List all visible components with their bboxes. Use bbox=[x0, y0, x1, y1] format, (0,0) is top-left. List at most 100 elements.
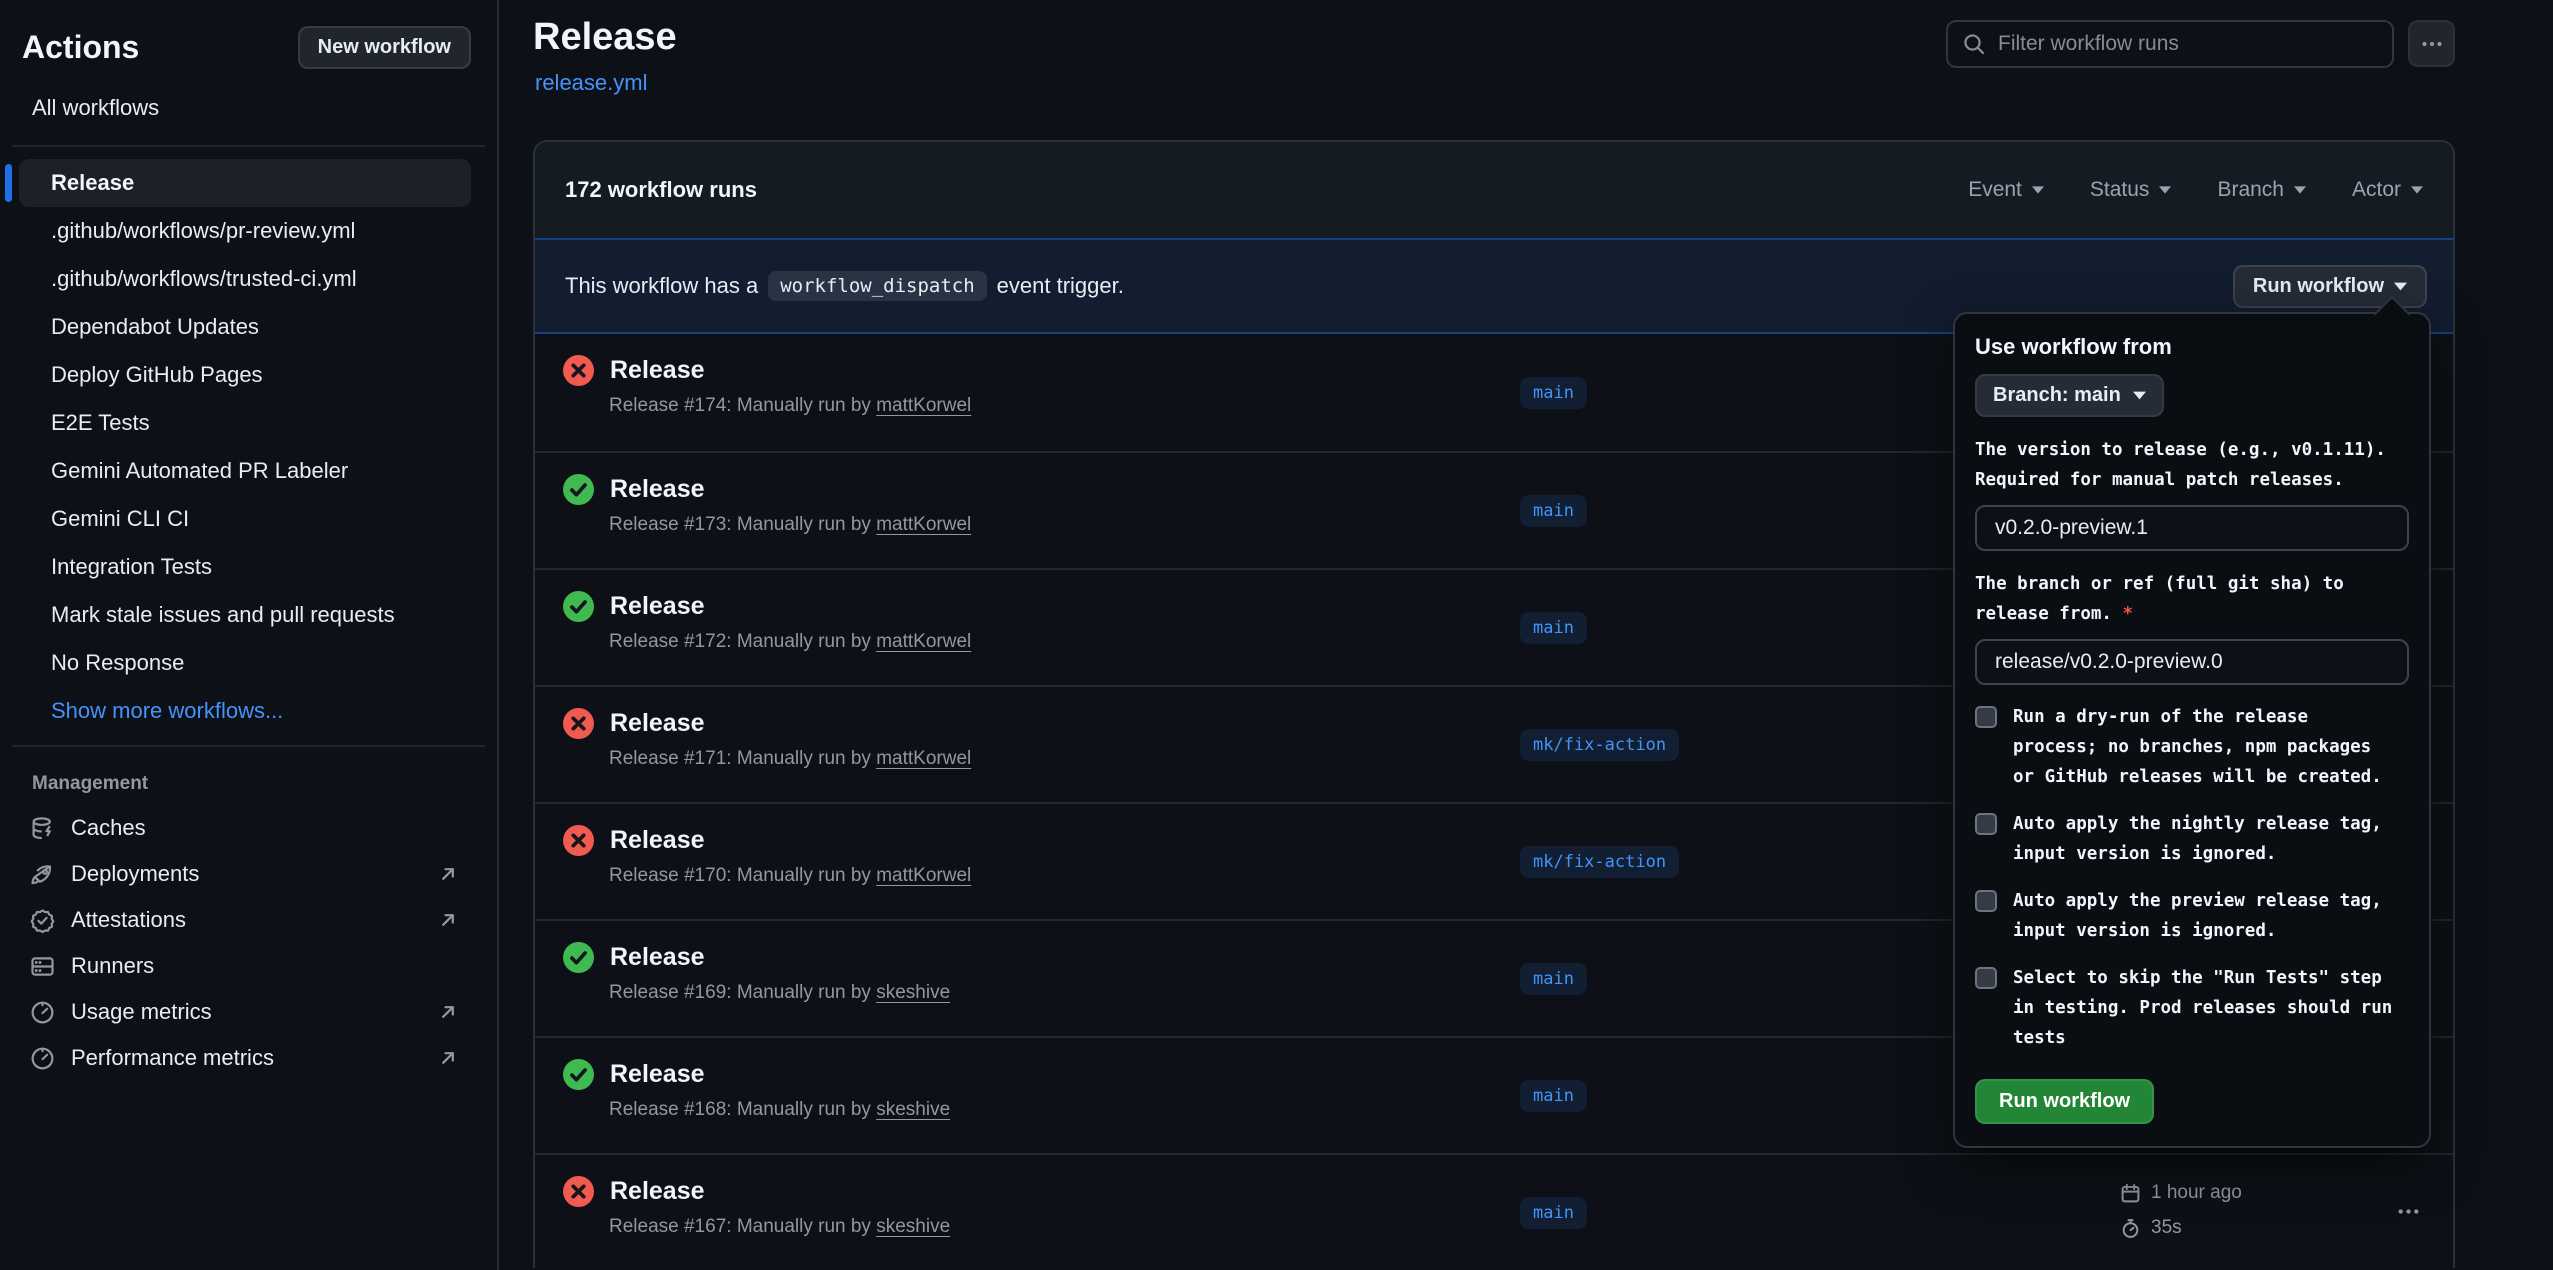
branch-badge[interactable]: main bbox=[1520, 1080, 1587, 1112]
arrow-up-right-icon bbox=[437, 909, 459, 931]
run-meta: 1 hour ago35s bbox=[2120, 1179, 2242, 1242]
cache-icon bbox=[30, 816, 55, 841]
sidebar-item-usage-metrics[interactable]: Usage metrics bbox=[0, 989, 497, 1035]
run-title[interactable]: Release bbox=[610, 943, 705, 972]
field-description: The branch or ref (full git sha) to rele… bbox=[1975, 569, 2409, 629]
sidebar-item-workflow[interactable]: Dependabot Updates bbox=[19, 303, 471, 351]
run-title[interactable]: Release bbox=[610, 826, 705, 855]
verified-icon bbox=[30, 908, 55, 933]
dialog-checkbox-row: Select to skip the "Run Tests" step in t… bbox=[1975, 963, 2409, 1053]
sidebar-item-workflow[interactable]: .github/workflows/trusted-ci.yml bbox=[19, 255, 471, 303]
actor-link[interactable]: skeshive bbox=[876, 982, 950, 1003]
branch-badge[interactable]: main bbox=[1520, 377, 1587, 409]
chevron-down-icon bbox=[2133, 391, 2146, 400]
checkbox[interactable] bbox=[1975, 890, 1997, 912]
checkbox-label: Select to skip the "Run Tests" step in t… bbox=[2013, 963, 2392, 1053]
sidebar-item-caches[interactable]: Caches bbox=[0, 805, 497, 851]
arrow-up-right-icon bbox=[437, 1047, 459, 1069]
branch-badge[interactable]: mk/fix-action bbox=[1520, 729, 1679, 761]
checkbox[interactable] bbox=[1975, 813, 1997, 835]
success-status-icon bbox=[563, 591, 594, 622]
branch-selector-button[interactable]: Branch: main bbox=[1975, 374, 2164, 417]
calendar-icon bbox=[2120, 1183, 2141, 1204]
sidebar-item-workflow[interactable]: Mark stale issues and pull requests bbox=[19, 591, 471, 639]
workflow-options-kebab-button[interactable] bbox=[2408, 20, 2455, 67]
filter-status-dropdown[interactable]: Status bbox=[2090, 178, 2172, 202]
branch-badge[interactable]: main bbox=[1520, 495, 1587, 527]
actor-link[interactable]: mattKorwel bbox=[876, 748, 971, 769]
dialog-checkboxes: Run a dry-run of the release process; no… bbox=[1975, 702, 2409, 1053]
workflow-list: Release.github/workflows/pr-review.yml.g… bbox=[0, 147, 497, 745]
run-title[interactable]: Release bbox=[610, 475, 705, 504]
field-input[interactable] bbox=[1975, 639, 2409, 685]
stopwatch-icon bbox=[2120, 1218, 2141, 1239]
dialog-checkbox-row: Auto apply the nightly release tag, inpu… bbox=[1975, 809, 2409, 869]
chevron-down-icon bbox=[2294, 186, 2306, 194]
actor-link[interactable]: mattKorwel bbox=[876, 631, 971, 652]
workflow-run-row[interactable]: ReleaseRelease #167: Manually run by ske… bbox=[535, 1153, 2453, 1268]
workflow-file-link[interactable]: release.yml bbox=[535, 70, 647, 96]
sidebar-item-workflow[interactable]: E2E Tests bbox=[19, 399, 471, 447]
failure-status-icon bbox=[563, 825, 594, 856]
run-title[interactable]: Release bbox=[610, 1177, 705, 1206]
checkbox-label: Auto apply the preview release tag, inpu… bbox=[2013, 886, 2382, 946]
sidebar-item-workflow[interactable]: No Response bbox=[19, 639, 471, 687]
branch-badge[interactable]: main bbox=[1520, 612, 1587, 644]
new-workflow-button[interactable]: New workflow bbox=[298, 26, 471, 69]
show-more-workflows-link[interactable]: Show more workflows... bbox=[19, 687, 471, 735]
run-options-kebab-button[interactable] bbox=[2390, 1193, 2427, 1230]
checkbox[interactable] bbox=[1975, 967, 1997, 989]
sidebar-item-runners[interactable]: Runners bbox=[0, 943, 497, 989]
actor-link[interactable]: mattKorwel bbox=[876, 514, 971, 535]
run-title[interactable]: Release bbox=[610, 592, 705, 621]
sidebar-item-label: Usage metrics bbox=[71, 999, 212, 1025]
run-title[interactable]: Release bbox=[610, 1060, 705, 1089]
run-workflow-submit-button[interactable]: Run workflow bbox=[1975, 1079, 2154, 1124]
run-title[interactable]: Release bbox=[610, 709, 705, 738]
filter-event-dropdown[interactable]: Event bbox=[1968, 178, 2044, 202]
sidebar-item-attestations[interactable]: Attestations bbox=[0, 897, 497, 943]
field-description: The version to release (e.g., v0.1.11). … bbox=[1975, 435, 2409, 495]
success-status-icon bbox=[563, 942, 594, 973]
filter-workflow-runs-input[interactable] bbox=[1998, 32, 2378, 56]
filter-workflow-runs-box bbox=[1946, 20, 2394, 68]
sidebar-item-workflow[interactable]: .github/workflows/pr-review.yml bbox=[19, 207, 471, 255]
sidebar-item-workflow[interactable]: Gemini Automated PR Labeler bbox=[19, 447, 471, 495]
chevron-down-icon bbox=[2032, 186, 2044, 194]
actor-link[interactable]: mattKorwel bbox=[876, 395, 971, 416]
filter-branch-dropdown[interactable]: Branch bbox=[2217, 178, 2306, 202]
branch-badge[interactable]: main bbox=[1520, 1197, 1587, 1229]
sidebar-item-workflow[interactable]: Gemini CLI CI bbox=[19, 495, 471, 543]
sidebar-item-workflow[interactable]: Integration Tests bbox=[19, 543, 471, 591]
arrow-up-right-icon bbox=[437, 863, 459, 885]
field-input[interactable] bbox=[1975, 505, 2409, 551]
filter-actor-dropdown[interactable]: Actor bbox=[2352, 178, 2423, 202]
actions-sidebar: Actions New workflow All workflows Relea… bbox=[0, 0, 499, 1270]
dialog-checkbox-row: Auto apply the preview release tag, inpu… bbox=[1975, 886, 2409, 946]
meter-icon bbox=[30, 1046, 55, 1071]
checkbox[interactable] bbox=[1975, 706, 1997, 728]
sidebar-item-workflow[interactable]: Deploy GitHub Pages bbox=[19, 351, 471, 399]
banner-text: event trigger. bbox=[997, 273, 1124, 299]
run-workflow-dialog: Use workflow from Branch: main The versi… bbox=[1953, 312, 2431, 1148]
actor-link[interactable]: mattKorwel bbox=[876, 865, 971, 886]
success-status-icon bbox=[563, 1059, 594, 1090]
meter-icon bbox=[30, 1000, 55, 1025]
run-time: 1 hour ago bbox=[2151, 1182, 2242, 1204]
run-title[interactable]: Release bbox=[610, 356, 705, 385]
actor-link[interactable]: skeshive bbox=[876, 1216, 950, 1237]
runs-filters: Event Status Branch Actor bbox=[1968, 178, 2423, 202]
runs-count: 172 workflow runs bbox=[565, 177, 757, 203]
sidebar-item-workflow[interactable]: Release bbox=[19, 159, 471, 207]
dialog-checkbox-row: Run a dry-run of the release process; no… bbox=[1975, 702, 2409, 792]
success-status-icon bbox=[563, 474, 594, 505]
sidebar-item-performance-metrics[interactable]: Performance metrics bbox=[0, 1035, 497, 1081]
management-list: Caches Deployments AttestationsRunners Usag… bbox=[0, 805, 497, 1081]
branch-badge[interactable]: mk/fix-action bbox=[1520, 846, 1679, 878]
chevron-down-icon bbox=[2411, 186, 2423, 194]
sidebar-item-deployments[interactable]: Deployments bbox=[0, 851, 497, 897]
actor-link[interactable]: skeshive bbox=[876, 1099, 950, 1120]
sidebar-item-all-workflows[interactable]: All workflows bbox=[0, 69, 497, 145]
sidebar-item-label: Deployments bbox=[71, 861, 199, 887]
branch-badge[interactable]: main bbox=[1520, 963, 1587, 995]
